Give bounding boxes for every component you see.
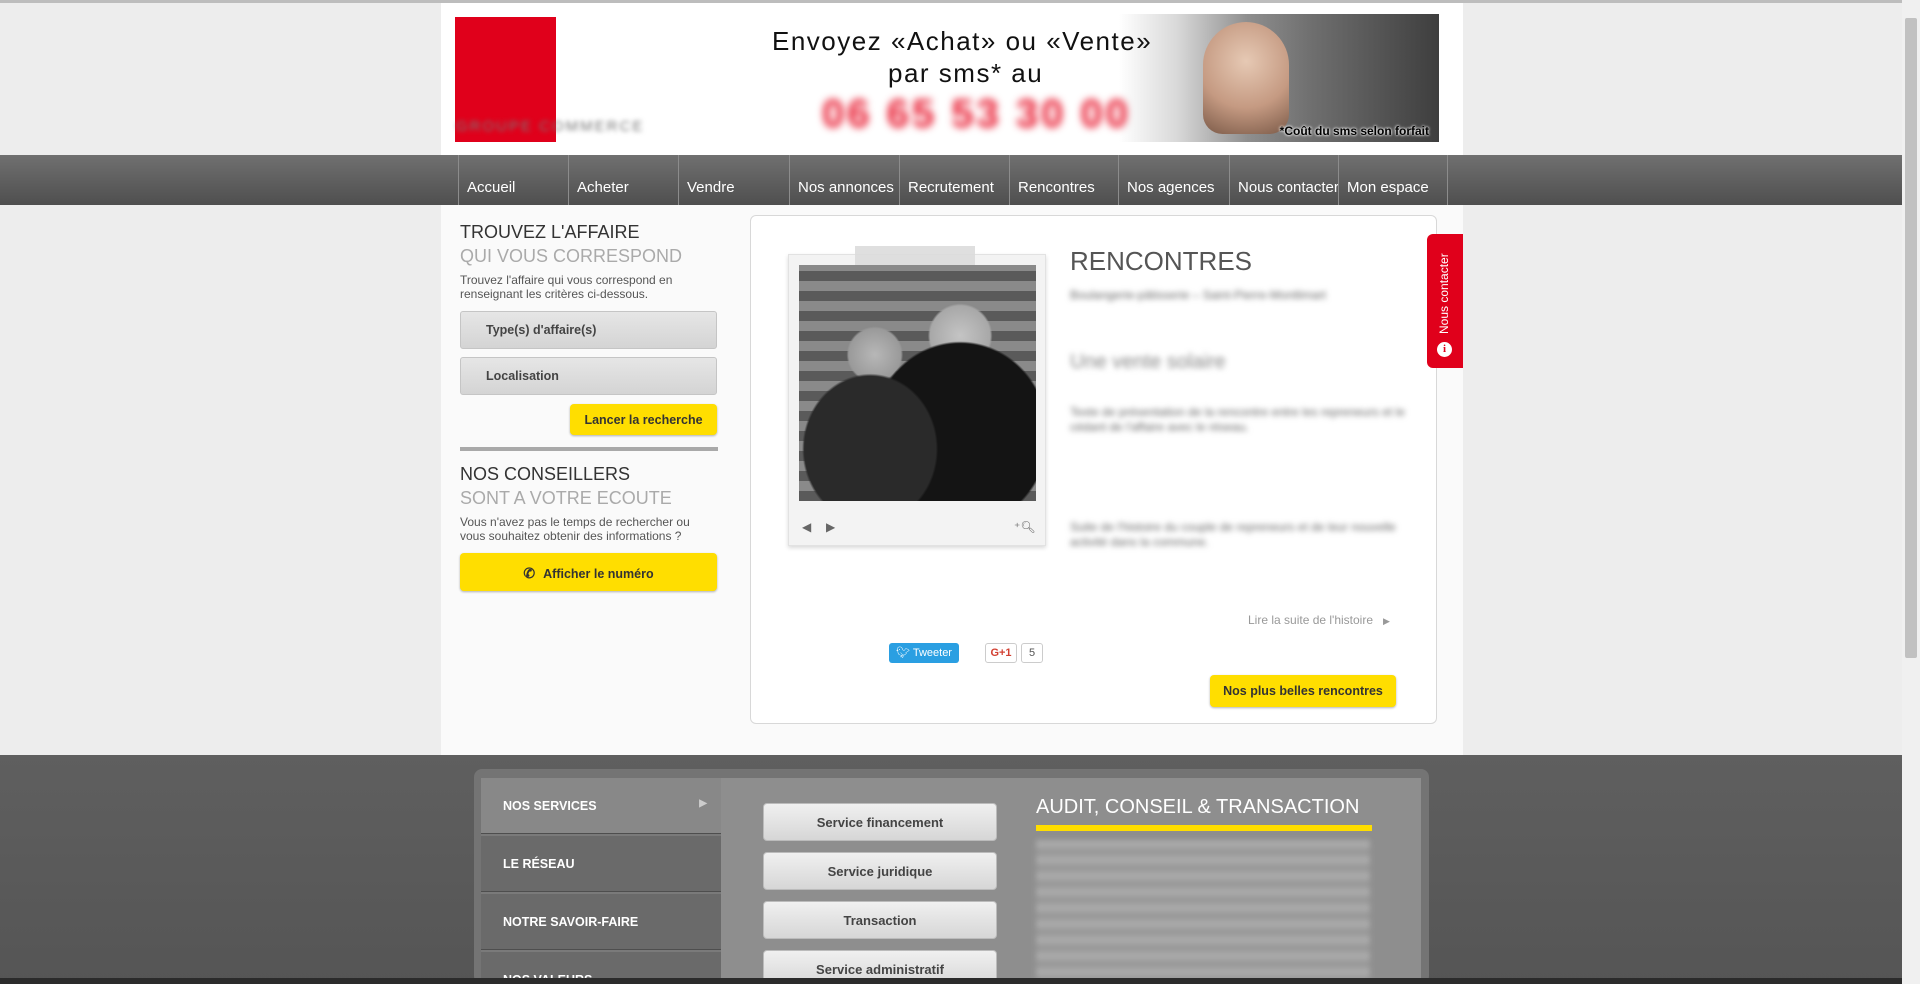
search-button[interactable]: Lancer la recherche <box>570 404 717 435</box>
banner-note: *Coût du sms selon forfait <box>1279 124 1429 138</box>
twitter-icon: 🐦︎ <box>896 647 913 659</box>
footer-section-title: AUDIT, CONSEIL & TRANSACTION <box>1036 796 1360 818</box>
next-arrow-icon[interactable]: ▶ <box>826 520 835 534</box>
read-more-arrow-icon: ▶ <box>1383 616 1390 626</box>
nav-item-nos-agences[interactable]: Nos agences <box>1118 155 1228 205</box>
banner-line1: Envoyez «Achat» ou «Vente» <box>772 26 1153 56</box>
info-icon: i <box>1437 342 1452 357</box>
taskbar <box>0 978 1902 984</box>
transaction-button[interactable]: Transaction <box>763 901 997 939</box>
advisors-description: Vous n'avez pas le temps de rechercher o… <box>460 515 690 543</box>
search-title: TROUVEZ L'AFFAIRE <box>460 222 640 242</box>
rencontre-intro: Boulangerie-pâtisserie – Saint-Pierre-Mo… <box>1070 288 1327 302</box>
read-more-label: Lire la suite de l'histoire <box>1248 613 1374 627</box>
show-number-label: Afficher le numéro <box>543 567 654 581</box>
phone-icon: ✆ <box>523 565 536 581</box>
sms-banner[interactable]: Envoyez «Achat» ou «Vente» par sms* au 0… <box>750 14 1439 142</box>
nav-item-accueil[interactable]: Accueil <box>458 155 568 205</box>
service-financement-button[interactable]: Service financement <box>763 803 997 841</box>
best-rencontres-button[interactable]: Nos plus belles rencontres <box>1210 675 1396 707</box>
rencontre-body-2: Suite de l'histoire du couple de reprene… <box>1070 520 1396 549</box>
nav-item-nous-contacter[interactable]: Nous contacter <box>1229 155 1339 205</box>
gplus-count: 5 <box>1021 643 1043 663</box>
banner-phone-number: 06 65 53 30 00 <box>822 92 1131 136</box>
footer-menu-services-label: NOS SERVICES <box>503 799 597 813</box>
service-juridique-button[interactable]: Service juridique <box>763 852 997 890</box>
gplus-button[interactable]: G+1 <box>985 643 1017 663</box>
footer-title-underline <box>1036 825 1372 831</box>
nav-item-vendre[interactable]: Vendre <box>678 155 788 205</box>
search-subtitle: QUI VOUS CORRESPOND <box>460 246 683 266</box>
contact-side-tab-label: Nous contacter <box>1437 253 1451 334</box>
banner-line2: par sms* au <box>888 58 1044 88</box>
business-type-select[interactable]: Type(s) d'affaire(s) <box>460 311 717 349</box>
nav-item-nos-annonces[interactable]: Nos annonces <box>789 155 899 205</box>
footer-menu-services[interactable]: NOS SERVICES ▶ <box>481 778 721 834</box>
logo-text: GROUPE COMMERCE <box>456 118 645 135</box>
footer-section-text <box>1036 840 1370 984</box>
rencontre-body-1: Texte de présentation de la rencontre en… <box>1070 405 1405 434</box>
tweet-label: Tweeter <box>912 647 952 659</box>
read-more-link[interactable]: Lire la suite de l'histoire ▶ <box>1248 613 1390 627</box>
location-select[interactable]: Localisation <box>460 357 717 395</box>
scrollbar-thumb[interactable] <box>1905 18 1917 658</box>
footer-menu-savoir-faire[interactable]: NOTRE SAVOIR-FAIRE <box>481 894 721 950</box>
nav-item-rencontres[interactable]: Rencontres <box>1009 155 1119 205</box>
rencontres-title: RENCONTRES <box>1070 246 1253 276</box>
nav-item-mon-espace[interactable]: Mon espace <box>1338 155 1448 205</box>
rencontre-quote: Une vente solaire <box>1070 351 1226 373</box>
zoom-icon[interactable]: ⁺🔍︎ <box>1014 520 1036 534</box>
advisors-title: NOS CONSEILLERS <box>460 464 631 484</box>
prev-arrow-icon[interactable]: ◀ <box>802 520 811 534</box>
advisors-subtitle: SONT A VOTRE ECOUTE <box>460 488 672 508</box>
nav-item-acheter[interactable]: Acheter <box>568 155 678 205</box>
sidebar-divider <box>460 447 718 451</box>
search-description: Trouvez l'affaire qui vous correspond en… <box>460 273 673 301</box>
tweet-button[interactable]: 🐦︎ Tweeter <box>889 643 959 663</box>
rencontre-photo[interactable] <box>799 265 1036 501</box>
footer-menu-reseau[interactable]: LE RÉSEAU <box>481 836 721 892</box>
show-number-button[interactable]: ✆ Afficher le numéro <box>460 553 717 591</box>
banner-portrait <box>1203 22 1289 134</box>
nav-item-recrutement[interactable]: Recrutement <box>899 155 1009 205</box>
chevron-right-icon: ▶ <box>699 798 707 809</box>
